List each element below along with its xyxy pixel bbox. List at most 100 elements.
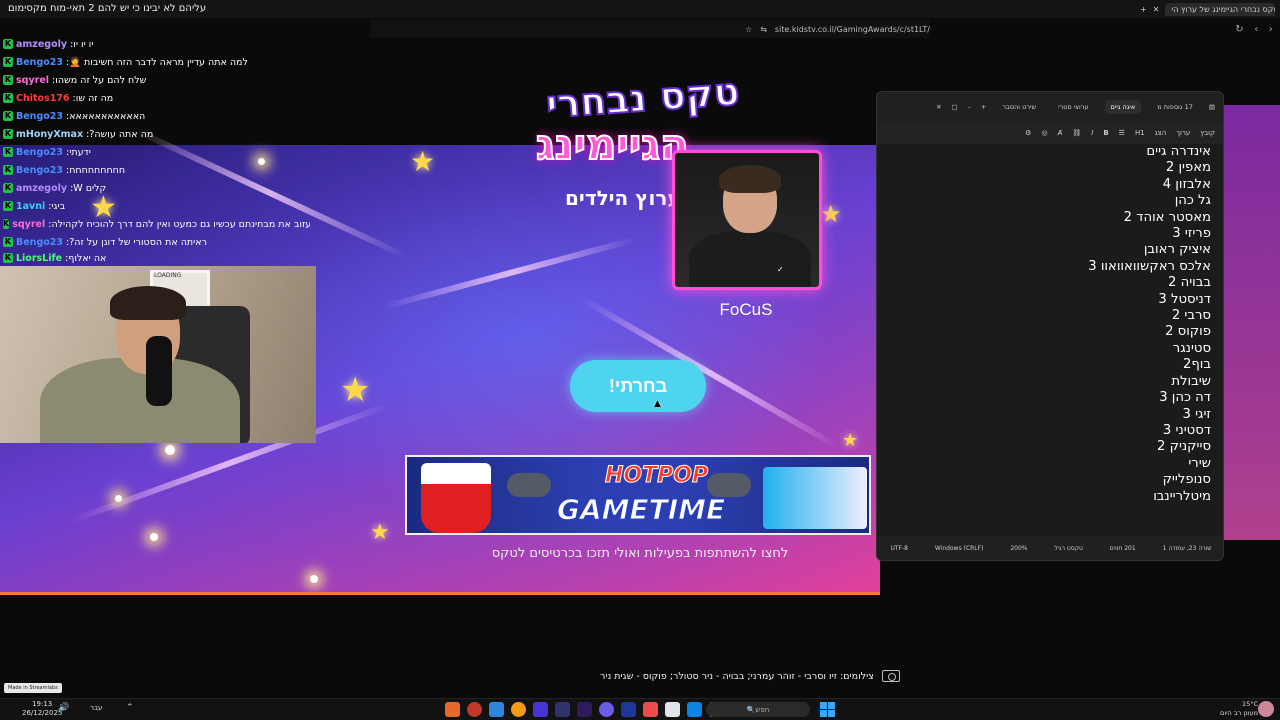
star-icon: ★ xyxy=(370,520,390,545)
app-icon[interactable] xyxy=(621,702,636,717)
stream-title-text: עליהם לא יבינו כי יש להם 2 תאי-מוח מקסימ… xyxy=(8,3,207,14)
app-icon[interactable] xyxy=(687,702,702,717)
sparkle xyxy=(115,495,122,502)
editor-line: אלבזון 4 xyxy=(1162,176,1211,192)
kick-badge-icon: K xyxy=(3,129,13,139)
app-icon[interactable] xyxy=(489,702,504,717)
app-icon[interactable] xyxy=(643,702,658,717)
tray-chevron-icon[interactable]: ⌃ xyxy=(126,703,134,713)
taskbar-clock[interactable]: 19:13 26/12/2025 xyxy=(22,700,62,718)
editor-tab[interactable]: 17 גוספות מ xyxy=(1151,100,1199,114)
credits-text: צילומים: זיו וסרבי - זוהר עמרני; בבויה -… xyxy=(600,670,874,682)
close-tab-icon[interactable]: ✕ xyxy=(1153,5,1160,14)
editor-line: מאפין 2 xyxy=(1165,160,1211,176)
editor-line: זיגי 3 xyxy=(1182,406,1211,422)
site-settings-icon[interactable]: ⇆ xyxy=(760,25,767,34)
app-icon[interactable] xyxy=(599,702,614,717)
banner-brand: HOTPOP xyxy=(604,463,709,489)
italic-icon[interactable]: I xyxy=(1091,129,1093,137)
chat-message: ידעתי xyxy=(69,146,91,158)
promo-banner[interactable]: HOTPOP GAMETIME xyxy=(405,455,871,535)
star-icon: ★ xyxy=(842,430,859,451)
taskbar-weather[interactable]: 15°C מעונן רב היום xyxy=(1214,700,1258,718)
chat-line: K 1avni: ביגי xyxy=(3,200,66,212)
new-tab-icon[interactable]: + xyxy=(981,103,986,111)
kick-badge-icon: K xyxy=(3,147,13,157)
chat-line: K LiorsLife: אה יאלוף xyxy=(3,252,107,264)
close-icon[interactable]: ✕ xyxy=(936,103,941,111)
chat-user: Bengo23 xyxy=(16,110,63,122)
minimize-icon[interactable]: – xyxy=(968,103,971,111)
stream-title: עליהם לא יבינו כי יש להם 2 תאי-מוח מקסימ… xyxy=(0,0,1280,18)
bookmark-icon[interactable]: ☆ xyxy=(745,25,752,34)
menu-edit[interactable]: ערוך xyxy=(1176,129,1190,137)
chat-line: Kamzegoly: W קלים xyxy=(3,182,107,194)
new-tab-icon[interactable]: + xyxy=(1140,5,1147,14)
kick-badge-icon: K xyxy=(3,39,13,49)
chat-message: האאאאאאאאאאא xyxy=(69,110,146,122)
browser-tab-strip: + ✕ טקס נבחרי הגיימינג של ערוץ הי xyxy=(1140,0,1280,18)
reload-icon[interactable]: ↻ xyxy=(1235,24,1243,35)
language-indicator[interactable]: עבר xyxy=(90,704,102,712)
editor-tab-active[interactable]: איגה גיים xyxy=(1104,100,1142,114)
chat-message: למה אתה עדיין מראה לדבר הזה חשיבות 🤦 xyxy=(69,56,248,68)
browser-tab[interactable]: טקס נבחרי הגיימינג של ערוץ הי xyxy=(1165,2,1276,16)
app-icon[interactable] xyxy=(533,702,548,717)
forward-icon[interactable]: › xyxy=(1269,24,1273,35)
chat-user: Chitos176 xyxy=(16,92,70,104)
weather-desc: מעונן רב היום xyxy=(1220,709,1258,717)
chat-line: K Bengo23: למה אתה עדיין מראה לדבר הזה חש… xyxy=(3,56,248,68)
app-icon[interactable] xyxy=(445,702,460,717)
editor-line: דה כהן 3 xyxy=(1159,390,1211,406)
bold-icon[interactable]: B xyxy=(1103,129,1108,137)
editor-tab[interactable]: ערוצי סטרי xyxy=(1052,100,1094,114)
loading-text: LOADING xyxy=(154,272,182,279)
camera-icon xyxy=(881,670,900,682)
editor-tab[interactable]: שירט והסבר xyxy=(996,100,1042,114)
status-format[interactable]: טקסט רגיל xyxy=(1054,545,1082,552)
user-avatar[interactable] xyxy=(1258,701,1274,717)
copilot-icon[interactable]: ◎ xyxy=(1041,129,1047,137)
webcam-feed: LOADING xyxy=(0,266,316,443)
choose-button[interactable]: בחרתי! xyxy=(570,360,706,412)
heading-select[interactable]: H1 xyxy=(1135,129,1145,137)
list-icon[interactable]: ☰ xyxy=(1119,129,1125,137)
app-icon[interactable] xyxy=(511,702,526,717)
candidate-body xyxy=(689,231,811,287)
link-icon[interactable]: ⛓ xyxy=(1072,129,1081,137)
app-icon[interactable] xyxy=(555,702,570,717)
kick-badge-icon: K xyxy=(3,57,13,67)
candidate-photo[interactable]: ✓ xyxy=(672,150,822,290)
gamepad-icon xyxy=(507,473,551,497)
back-icon[interactable]: ‹ xyxy=(1254,24,1258,35)
editor-line: פוקוס 2 xyxy=(1165,324,1211,340)
editor-line: פריזי 3 xyxy=(1172,226,1211,242)
editor-text-area[interactable]: אינדרה גיים מאפין 2 אלבזון 4 גל כהן מאסט… xyxy=(877,144,1223,540)
menu-file[interactable]: קובץ xyxy=(1200,129,1215,137)
clear-format-icon[interactable]: A̸ xyxy=(1058,129,1063,137)
url-text[interactable]: site.kidstv.co.il/GamingAwards/c/st1LT/ xyxy=(775,25,930,34)
status-encoding[interactable]: UTF-8 xyxy=(891,545,909,552)
app-icon[interactable] xyxy=(665,702,680,717)
settings-icon[interactable]: ⚙ xyxy=(1025,129,1031,137)
app-icon[interactable] xyxy=(577,702,592,717)
taskbar-search[interactable]: חפש 🔍 xyxy=(706,702,810,717)
chat-user: amzegoly xyxy=(16,38,68,50)
chat-message: מה זה שו xyxy=(75,92,114,104)
editor-line: בוף2 xyxy=(1182,357,1211,373)
chat-message: יו יו יו xyxy=(73,38,94,50)
status-line-ending[interactable]: Windows (CRLF) xyxy=(935,545,984,552)
volume-icon[interactable]: 🔊 xyxy=(58,703,69,713)
chat-message: W קלים xyxy=(73,182,107,194)
app-icon[interactable] xyxy=(467,702,482,717)
address-bar[interactable]: ☆ ⇆ site.kidstv.co.il/GamingAwards/c/st1… xyxy=(370,20,930,38)
menu-view[interactable]: הצג xyxy=(1155,129,1167,137)
chat-message: אה יאלוף xyxy=(68,252,107,264)
nav-buttons: ↻ ‹ › xyxy=(1230,20,1278,38)
status-zoom[interactable]: 200% xyxy=(1010,545,1027,552)
notepad-app-icon: ▤ xyxy=(1208,103,1215,111)
windows-start-icon[interactable] xyxy=(820,702,835,717)
chat-user: 1avni xyxy=(16,200,46,212)
maximize-icon[interactable]: □ xyxy=(952,103,958,111)
editor-line: סרבי 2 xyxy=(1171,308,1211,324)
